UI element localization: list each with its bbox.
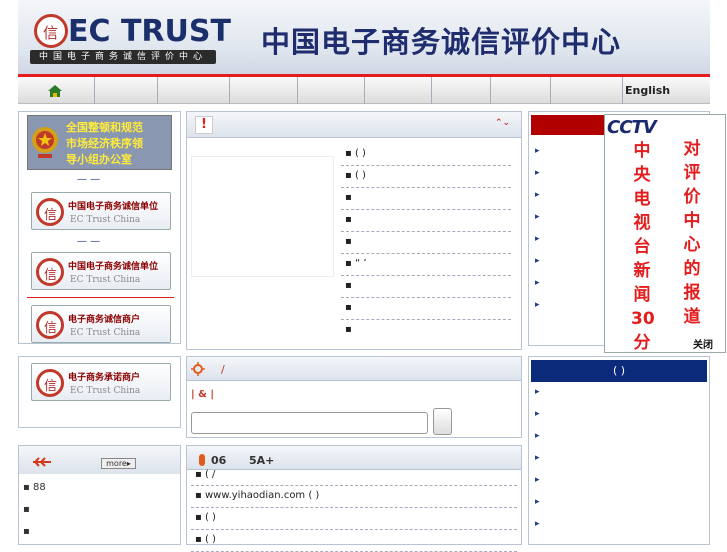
search-panel-header <box>187 357 521 381</box>
trust-badge-1[interactable]: 信 中国电子商务诚信单位 EC Trust China <box>31 192 171 230</box>
ec-trust-logo-icon: 信 <box>36 198 64 226</box>
list-item[interactable]: ▪ <box>341 298 511 320</box>
news-panel: ! ⌃⌄ ▪ ( ) ▪ ( ) ▪ ▪ ▪ ▪ “ ’ ▪ ▪ ▪ <box>186 111 522 350</box>
search-options[interactable]: | & | <box>191 389 214 400</box>
cctv-floating-ad[interactable]: CCTV 中央电视台新闻 30 分 对评价中心的报道 关闭 <box>604 114 726 353</box>
nav-item-3[interactable] <box>158 77 230 104</box>
right-panel-2: ( ) ▸ ▸ ▸ ▸ ▸ ▸ ▸ <box>528 356 710 545</box>
cctv-ad-text-col2: 对评价中心的报道 <box>683 139 701 327</box>
close-button[interactable]: 关闭 <box>693 336 713 351</box>
left-news-panel: more▸ ▪ 88 ▪ ▪ <box>18 445 181 545</box>
list-item[interactable]: ▪ <box>23 504 30 515</box>
list-item[interactable]: ▸ <box>529 513 709 535</box>
certified-rank: 5A+ <box>249 454 275 467</box>
list-item[interactable]: ▪ ( / <box>191 470 517 486</box>
news-list: ▪ ( ) ▪ ( ) ▪ ▪ ▪ ▪ “ ’ ▪ ▪ ▪ <box>341 144 511 342</box>
trust-badge-4[interactable]: 信 电子商务承诺商户 EC Trust China <box>31 363 171 401</box>
signal-icon <box>31 456 53 468</box>
site-title: 中国电子商务诚信评价中心 <box>261 25 622 59</box>
list-item[interactable]: ▪ <box>341 232 511 254</box>
list-item[interactable]: ▪ ( ) <box>341 144 511 166</box>
ec-trust-logo-icon: 信 <box>36 311 64 339</box>
list-item[interactable]: ▪ 88 <box>23 482 46 493</box>
news-panel-header <box>187 112 521 138</box>
govt-banner-text: 全国整顿和规范 市场经济秩序领 导小组办公室 <box>66 121 143 166</box>
right-list-2: ▸ ▸ ▸ ▸ ▸ ▸ ▸ <box>529 381 709 535</box>
certified-panel: 06 5A+ ▪ ( / ▪ www.yihaodian.com ( ) ▪ (… <box>186 445 522 552</box>
nav-item-5[interactable] <box>298 77 365 104</box>
logo-text: EC TRUST <box>68 14 231 49</box>
search-panel: / | & | <box>186 356 522 438</box>
search-input[interactable] <box>191 412 428 434</box>
nav-item-2[interactable] <box>95 77 158 104</box>
list-item[interactable]: ▪ “ ’ <box>341 254 511 276</box>
list-item[interactable]: ▸ <box>529 381 709 403</box>
list-item[interactable]: ▪ www.yihaodian.com ( ) <box>191 486 517 508</box>
right-panel-2-header: ( ) <box>531 360 707 382</box>
sun-icon <box>191 362 205 376</box>
list-item[interactable]: ▸ <box>529 491 709 513</box>
list-item[interactable]: ▪ <box>341 320 511 342</box>
list-item[interactable]: ▪ ( ) <box>341 166 511 188</box>
nav-item-4[interactable] <box>230 77 298 104</box>
ec-trust-logo-icon: 信 <box>36 258 64 286</box>
red-divider <box>27 297 174 298</box>
govt-banner[interactable]: 全国整顿和规范 市场经济秩序领 导小组办公室 <box>27 115 172 170</box>
flame-icon <box>199 454 205 466</box>
section-divider-2: — — <box>77 236 101 247</box>
search-panel-title: / <box>221 363 225 376</box>
list-item[interactable]: ▪ <box>341 210 511 232</box>
more-button[interactable]: more▸ <box>101 458 136 469</box>
trust-badge-3[interactable]: 信 电子商务诚信商户 EC Trust China <box>31 305 171 343</box>
certified-list: ▪ ( / ▪ www.yihaodian.com ( ) ▪ ( ) ▪ ( … <box>191 470 517 552</box>
list-item[interactable]: ▪ <box>341 188 511 210</box>
nav-item-6[interactable] <box>365 77 432 104</box>
list-item[interactable]: ▪ ( ) <box>191 530 517 552</box>
ec-trust-logo-icon: 信 <box>36 369 64 397</box>
cctv-ad-text-col1: 中央电视台新闻 30 分 <box>631 141 655 353</box>
news-image[interactable] <box>191 156 334 277</box>
collapse-toggle-icon[interactable]: ⌃⌄ <box>495 118 510 128</box>
list-item[interactable]: ▸ <box>529 447 709 469</box>
list-item[interactable]: ▪ <box>341 276 511 298</box>
cctv-logo: CCTV <box>607 117 657 138</box>
alert-icon: ! <box>195 116 213 134</box>
main-nav: English <box>18 77 710 104</box>
nav-item-home[interactable] <box>18 77 95 104</box>
left-panel: 全国整顿和规范 市场经济秩序领 导小组办公室 — — 信 中国电子商务诚信单位 … <box>18 111 181 344</box>
header: 信 EC TRUST 中国电子商务诚信评价中心 中国电子商务诚信评价中心 <box>18 0 710 74</box>
list-item[interactable]: ▸ <box>529 469 709 491</box>
list-item[interactable]: ▪ <box>23 526 30 537</box>
left-panel-2: 信 电子商务承诺商户 EC Trust China <box>18 356 181 428</box>
list-item[interactable]: ▪ ( ) <box>191 508 517 530</box>
nav-item-8[interactable] <box>491 77 551 104</box>
list-item[interactable]: ▸ <box>529 403 709 425</box>
certified-count: 06 <box>211 454 227 467</box>
nav-item-9[interactable] <box>551 77 623 104</box>
national-emblem-icon <box>30 122 60 162</box>
nav-item-7[interactable] <box>432 77 491 104</box>
certified-panel-header <box>187 446 521 470</box>
section-divider-1: — — <box>77 174 101 185</box>
trust-badge-2[interactable]: 信 中国电子商务诚信单位 EC Trust China <box>31 252 171 290</box>
nav-item-english[interactable]: English <box>625 84 670 97</box>
search-button[interactable] <box>433 408 452 435</box>
logo-icon: 信 <box>34 14 68 48</box>
list-item[interactable]: ▸ <box>529 425 709 447</box>
logo-subtitle: 中国电子商务诚信评价中心 <box>30 50 216 64</box>
